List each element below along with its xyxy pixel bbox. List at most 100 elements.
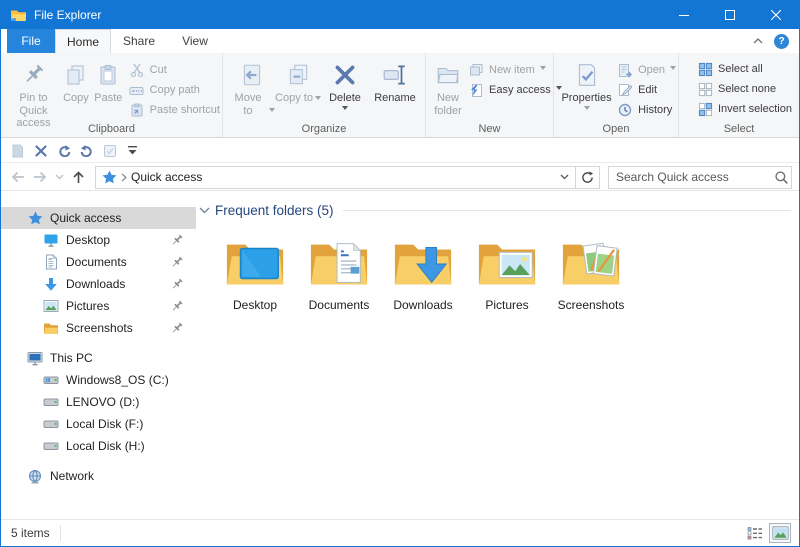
help-button[interactable]: ? — [774, 33, 789, 49]
new-item-button[interactable]: New item — [468, 60, 562, 80]
folder-tile-desktop[interactable]: Desktop — [213, 232, 297, 312]
sidebar-item-drive-d[interactable]: LENOVO (D:) — [1, 391, 196, 413]
delete-label: Delete — [329, 92, 361, 104]
maximize-button[interactable] — [707, 1, 753, 29]
recent-locations-chevron-icon — [55, 174, 63, 180]
copy-button[interactable]: Copy — [60, 55, 92, 105]
close-button[interactable] — [753, 1, 799, 29]
paste-shortcut-button[interactable]: Paste shortcut — [129, 100, 220, 120]
folder-tile-label: Documents — [308, 298, 370, 312]
sidebar-item-network[interactable]: Network — [1, 465, 196, 487]
history-button[interactable]: History — [617, 100, 676, 120]
refresh-button[interactable] — [575, 166, 599, 188]
sidebar-item-quick-access[interactable]: Quick access — [1, 207, 196, 229]
search-input[interactable] — [609, 170, 771, 184]
details-view-icon — [747, 527, 762, 540]
cut-button[interactable]: Cut — [129, 60, 220, 80]
this-pc-icon — [27, 350, 43, 366]
folder-tile-downloads[interactable]: Downloads — [381, 232, 465, 312]
qat-redo-button[interactable] — [55, 142, 72, 159]
sidebar-item-drive-h[interactable]: Local Disk (H:) — [1, 435, 196, 457]
folder-tile-screenshots[interactable]: Screenshots — [549, 232, 633, 312]
address-bar[interactable]: Quick access — [95, 165, 600, 189]
edit-button[interactable]: Edit — [617, 80, 676, 100]
address-dropdown-button[interactable] — [553, 167, 575, 188]
sidebar-item-downloads[interactable]: Downloads — [1, 273, 196, 295]
forward-button[interactable] — [29, 166, 51, 188]
move-to-label: Move to — [234, 92, 262, 117]
sidebar-item-label: Local Disk (H:) — [66, 439, 145, 453]
open-label: Open — [638, 64, 665, 76]
items-count: 5 items — [11, 526, 50, 540]
search-button[interactable] — [771, 170, 791, 185]
sidebar-item-this-pc[interactable]: This PC — [1, 347, 196, 369]
ribbon-group-organize: Move to Copy to Delete Rename Organize — [223, 53, 426, 137]
pin-to-quick-access-button[interactable]: Pin to Quick access — [7, 55, 60, 130]
delete-button[interactable]: Delete — [321, 55, 369, 115]
frequent-folders-header[interactable]: Frequent folders (5) — [199, 203, 793, 218]
sidebar-item-drive-f[interactable]: Local Disk (F:) — [1, 413, 196, 435]
star-icon — [27, 210, 43, 226]
sidebar-item-documents[interactable]: Documents — [1, 251, 196, 273]
breadcrumb-chevron-icon — [121, 173, 127, 181]
rename-button[interactable]: Rename — [369, 55, 421, 105]
organize-group-label: Organize — [301, 123, 347, 135]
folder-tile-pictures[interactable]: Pictures — [465, 232, 549, 312]
copy-path-button[interactable]: Copy path — [129, 80, 220, 100]
qat-delete-button[interactable] — [32, 142, 49, 159]
tab-file[interactable]: File — [7, 29, 55, 53]
sidebar-item-pictures[interactable]: Pictures — [1, 295, 196, 317]
pin-indicator-icon — [172, 256, 183, 266]
sidebar-item-label: Quick access — [50, 211, 122, 225]
new-group-label: New — [478, 123, 501, 135]
qat-check-doc-button[interactable] — [101, 142, 118, 159]
paste-icon — [92, 59, 124, 91]
qat-properties-button[interactable] — [9, 142, 26, 159]
drive-icon — [43, 394, 59, 410]
close-icon — [771, 10, 781, 20]
select-none-button[interactable]: Select none — [697, 79, 792, 99]
cut-label: Cut — [149, 64, 167, 76]
collapse-section-chevron-icon — [199, 207, 210, 214]
collapse-ribbon-button[interactable] — [752, 37, 764, 45]
tab-home[interactable]: Home — [55, 29, 111, 53]
open-button[interactable]: Open — [617, 60, 676, 80]
search-icon — [774, 170, 788, 184]
properties-caret-icon — [583, 105, 590, 113]
copy-icon — [60, 59, 92, 91]
select-group-label: Select — [723, 123, 755, 135]
tab-view[interactable]: View — [167, 29, 223, 53]
invert-selection-button[interactable]: Invert selection — [697, 99, 792, 119]
file-explorer-icon — [11, 10, 26, 21]
folder-tile-documents[interactable]: Documents — [297, 232, 381, 312]
copy-to-button[interactable]: Copy to — [275, 55, 321, 105]
sidebar-item-screenshots[interactable]: Screenshots — [1, 317, 196, 339]
thumbnail-view-button[interactable] — [769, 523, 791, 543]
qat-customize-button[interactable] — [124, 142, 141, 159]
ribbon-group-new: New folder New item Easy access New — [426, 53, 562, 137]
easy-access-button[interactable]: Easy access — [468, 80, 562, 100]
qat-redo-icon — [58, 145, 70, 157]
details-view-button[interactable] — [744, 523, 766, 543]
recent-locations-button[interactable] — [51, 166, 67, 188]
back-arrow-icon — [11, 171, 24, 183]
move-to-button[interactable]: Move to — [229, 55, 275, 117]
back-button[interactable] — [7, 166, 29, 188]
select-small-buttons: Select all Select none Invert selection — [697, 59, 792, 119]
new-folder-button[interactable]: New folder — [432, 55, 464, 117]
invert-selection-label: Invert selection — [718, 103, 792, 115]
paste-shortcut-icon — [129, 102, 145, 118]
paste-button[interactable]: Paste — [92, 55, 125, 105]
properties-button[interactable]: Properties — [560, 55, 613, 115]
paste-shortcut-label: Paste shortcut — [149, 104, 220, 116]
main-content: Frequent folders (5) Desktop Documents D… — [196, 191, 799, 519]
sidebar-item-desktop[interactable]: Desktop — [1, 229, 196, 251]
drive-icon — [43, 416, 59, 432]
sidebar-item-drive-c[interactable]: Windows8_OS (C:) — [1, 369, 196, 391]
qat-undo-button[interactable] — [78, 142, 95, 159]
folder-icon — [43, 320, 59, 336]
tab-share[interactable]: Share — [111, 29, 167, 53]
up-button[interactable] — [67, 166, 89, 188]
minimize-button[interactable] — [661, 1, 707, 29]
select-all-button[interactable]: Select all — [697, 59, 792, 79]
